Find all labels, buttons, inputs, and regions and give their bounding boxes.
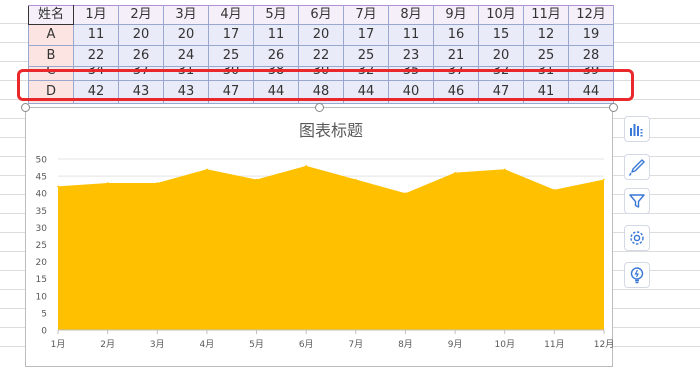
resize-handle-top-center[interactable] — [315, 103, 324, 112]
value-cell[interactable]: 20 — [163, 24, 209, 46]
header-month-cell[interactable]: 2月 — [118, 5, 164, 25]
y-tick-label: 15 — [36, 275, 47, 285]
value-cell[interactable]: 25 — [523, 45, 569, 67]
x-tick-label: 4月 — [200, 339, 215, 350]
value-cell[interactable]: 22 — [298, 45, 344, 67]
row-name-cell[interactable]: B — [28, 45, 74, 67]
value-cell[interactable]: 23 — [388, 45, 434, 67]
x-tick-label: 3月 — [150, 339, 165, 350]
x-tick-label: 12月 — [594, 339, 614, 350]
row-name-cell[interactable]: A — [28, 24, 74, 46]
value-cell[interactable]: 11 — [73, 24, 119, 46]
row-d-highlight — [17, 69, 634, 101]
header-month-cell[interactable]: 12月 — [568, 5, 614, 25]
x-tick-label: 6月 — [299, 339, 314, 350]
settings-button[interactable] — [624, 225, 650, 251]
x-tick-label: 11月 — [544, 339, 564, 350]
chart-elements-button[interactable] — [624, 116, 650, 142]
chart-filter-icon — [629, 194, 645, 208]
data-point — [404, 192, 407, 194]
y-tick-label: 25 — [36, 241, 47, 251]
value-cell[interactable]: 26 — [118, 45, 164, 67]
data-point — [355, 178, 357, 181]
value-cell[interactable]: 11 — [388, 24, 434, 46]
chart-filter-button[interactable] — [624, 188, 650, 214]
value-cell[interactable]: 19 — [568, 24, 614, 46]
x-tick-label: 7月 — [348, 339, 363, 350]
chart-elements-icon — [630, 124, 643, 137]
header-month-cell[interactable]: 1月 — [73, 5, 119, 25]
value-cell[interactable]: 20 — [478, 45, 524, 67]
settings-icon — [630, 231, 644, 245]
y-tick-label: 40 — [36, 190, 48, 200]
table-row: A 11 20 20 17 11 20 17 11 16 15 12 19 — [28, 24, 614, 46]
header-month-cell[interactable]: 3月 — [163, 5, 209, 25]
header-month-cell[interactable]: 10月 — [478, 5, 524, 25]
header-month-cell[interactable]: 8月 — [388, 5, 434, 25]
y-tick-label: 5 — [41, 309, 47, 319]
resize-handle-top-right[interactable] — [609, 103, 618, 112]
x-tick-label: 9月 — [448, 339, 463, 350]
y-tick-label: 35 — [36, 207, 47, 217]
value-cell[interactable]: 12 — [523, 24, 569, 46]
data-point — [156, 182, 159, 184]
x-tick-label: 1月 — [51, 339, 66, 350]
series-area — [58, 165, 604, 330]
x-tick-label: 5月 — [249, 339, 264, 350]
y-tick-label: 45 — [36, 173, 47, 183]
data-point — [603, 178, 605, 181]
table-row: B 22 26 24 25 26 22 25 23 21 20 25 28 — [28, 45, 614, 67]
value-cell[interactable]: 25 — [208, 45, 254, 67]
value-cell[interactable]: 17 — [208, 24, 254, 46]
y-tick-label: 50 — [36, 156, 48, 166]
y-tick-label: 0 — [41, 327, 47, 337]
data-point — [206, 168, 208, 171]
header-month-cell[interactable]: 6月 — [298, 5, 344, 25]
value-cell[interactable]: 15 — [478, 24, 524, 46]
value-cell[interactable]: 26 — [253, 45, 299, 67]
chart-style-button[interactable] — [624, 154, 650, 180]
y-tick-label: 30 — [36, 224, 48, 234]
chart-title: 图表标题 — [299, 121, 363, 140]
chart-style-icon — [628, 159, 645, 176]
value-cell[interactable]: 20 — [298, 24, 344, 46]
data-point — [255, 178, 258, 181]
area-chart: 图表标题 0 5 10 15 20 25 30 35 40 45 50 1月 2月 3月 4月 5月 6月 7月 8月… — [36, 121, 614, 350]
x-tick-label: 8月 — [398, 339, 413, 350]
value-cell[interactable]: 17 — [343, 24, 389, 46]
value-cell[interactable]: 21 — [433, 45, 479, 67]
header-month-cell[interactable]: 7月 — [343, 5, 389, 25]
value-cell[interactable]: 11 — [253, 24, 299, 46]
data-point — [106, 182, 109, 184]
value-cell[interactable]: 28 — [568, 45, 614, 67]
header-month-cell[interactable]: 9月 — [433, 5, 479, 25]
y-tick-label: 20 — [36, 258, 48, 268]
idea-bulb-button[interactable] — [624, 262, 650, 288]
resize-handle-top-left[interactable] — [21, 103, 30, 112]
chart-container[interactable]: 图表标题 0 5 10 15 20 25 30 35 40 45 50 1月 2月 3月 4月 5月 6月 7月 8月… — [25, 107, 614, 367]
header-name-cell[interactable]: 姓名 — [28, 5, 74, 25]
value-cell[interactable]: 20 — [118, 24, 164, 46]
header-month-cell[interactable]: 5月 — [253, 5, 299, 25]
data-point — [454, 171, 456, 174]
value-cell[interactable]: 24 — [163, 45, 209, 67]
value-cell[interactable]: 16 — [433, 24, 479, 46]
x-tick-label: 10月 — [495, 339, 515, 350]
y-tick-label: 10 — [36, 292, 48, 302]
x-tick-label: 2月 — [100, 339, 115, 350]
header-month-cell[interactable]: 11月 — [523, 5, 569, 25]
value-cell[interactable]: 25 — [343, 45, 389, 67]
idea-bulb-icon — [630, 267, 644, 284]
data-point — [305, 165, 307, 167]
data-point — [553, 188, 556, 191]
data-point — [57, 185, 59, 188]
data-point — [503, 168, 506, 171]
value-cell[interactable]: 22 — [73, 45, 119, 67]
header-month-cell[interactable]: 4月 — [208, 5, 254, 25]
